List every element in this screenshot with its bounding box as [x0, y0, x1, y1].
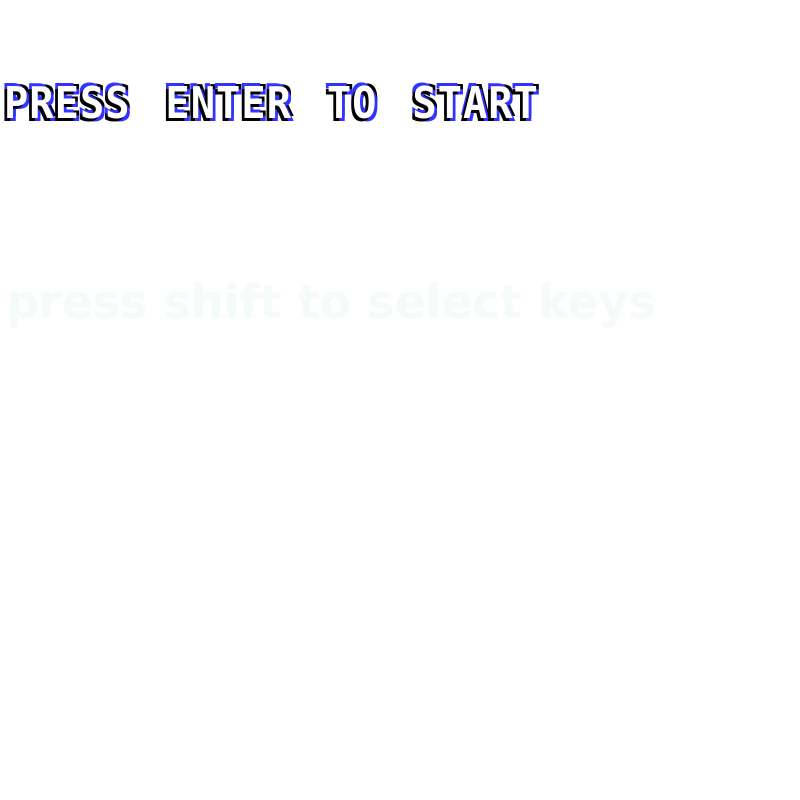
prompt-word-press: PRESS	[4, 78, 131, 129]
press-enter-to-start-prompt: PRESS ENTER TO START	[4, 80, 539, 128]
select-keys-hint: press shift to select keys	[6, 275, 656, 329]
prompt-word-to: TO	[326, 78, 378, 129]
game-title-screen: PRESS ENTER TO START press shift to select …	[0, 0, 800, 800]
prompt-word-start: START	[412, 78, 539, 129]
prompt-word-enter: ENTER	[165, 78, 292, 129]
